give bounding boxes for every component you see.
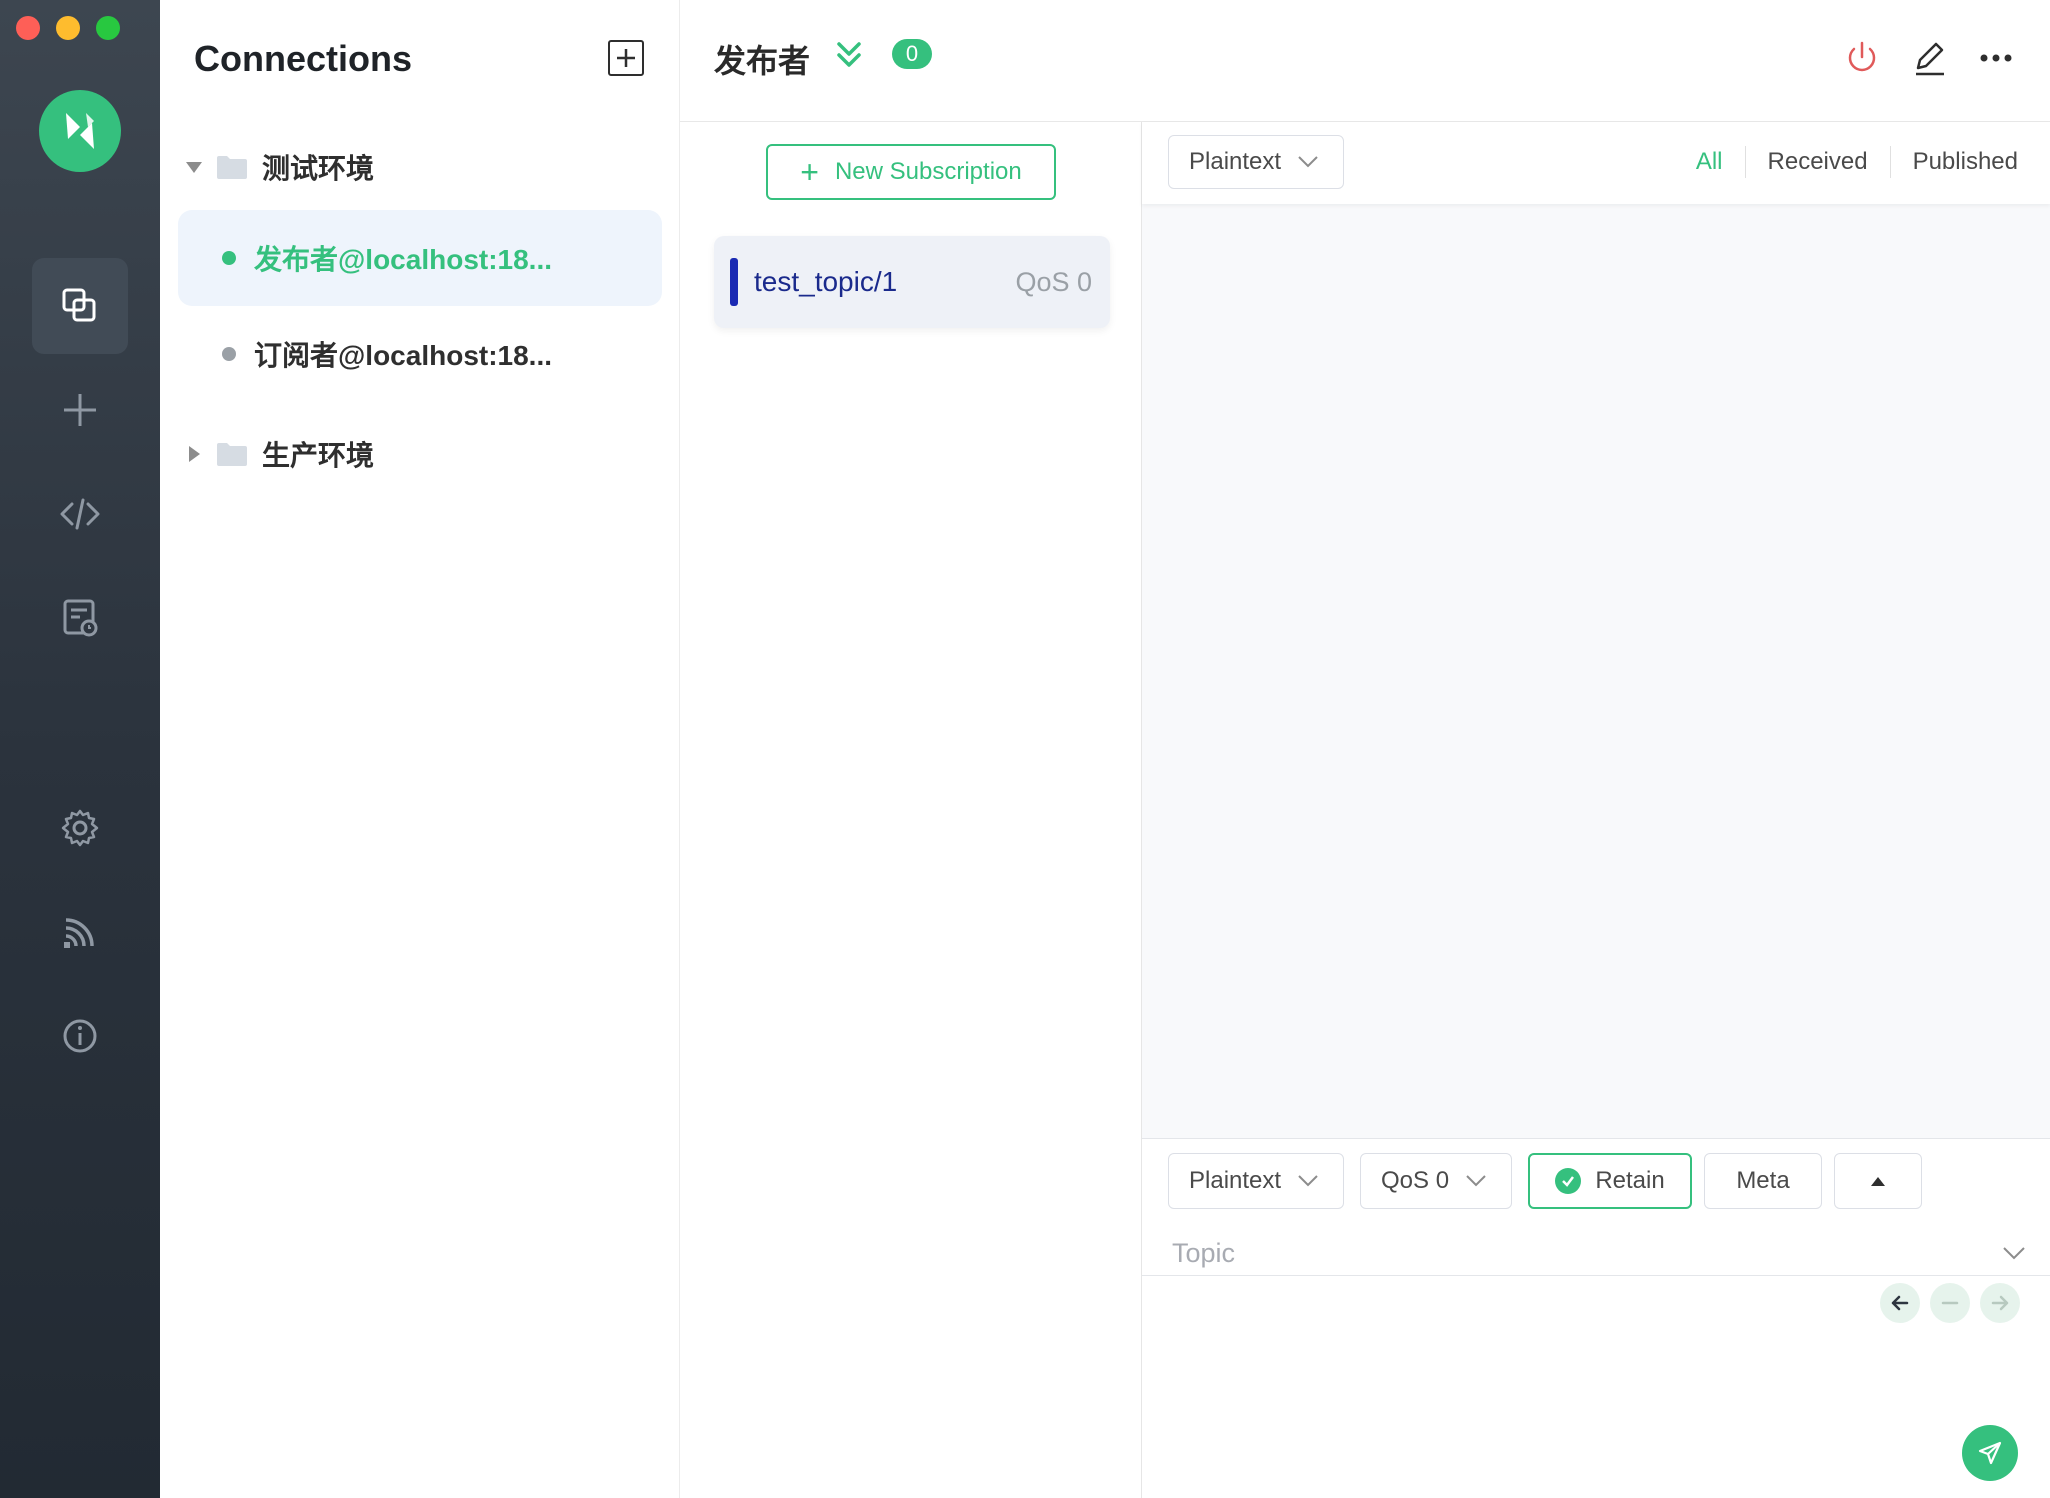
status-dot-disconnected [222, 347, 236, 361]
folder-icon [217, 443, 247, 466]
message-format-value: Plaintext [1189, 148, 1282, 175]
rail-log-button[interactable] [32, 570, 128, 666]
rail-new-connection-button[interactable] [32, 362, 128, 458]
meta-button[interactable]: Meta [1704, 1153, 1822, 1209]
expand-publish-button[interactable] [1834, 1153, 1922, 1209]
message-filter-tabs: All Received Published [1674, 142, 2018, 182]
subscription-item[interactable]: test_topic/1 QoS 0 [714, 236, 1110, 328]
send-message-button[interactable] [1962, 1425, 2018, 1481]
filter-tab-all[interactable]: All [1674, 148, 1745, 176]
double-chevron-down-icon[interactable] [832, 38, 866, 72]
connections-panel: Connections 测试环境 发布者@localhost:18... 订阅者… [160, 0, 680, 1498]
plus-icon [64, 394, 96, 426]
message-toolbar: Plaintext All Received Published [1142, 122, 2050, 204]
history-forward-button[interactable] [1980, 1283, 2020, 1323]
log-icon [63, 599, 98, 637]
filter-tab-published[interactable]: Published [1891, 148, 2018, 176]
history-back-button[interactable] [1880, 1283, 1920, 1323]
close-window-button[interactable] [16, 16, 40, 40]
subscription-topic: test_topic/1 [754, 266, 898, 297]
new-subscription-label: New Subscription [834, 158, 1022, 185]
subscription-color-bar [730, 258, 738, 306]
group-test-env[interactable]: 测试环境 [186, 147, 374, 187]
send-paper-plane-icon [1978, 1441, 2002, 1465]
rail-subscribe-feed-button[interactable] [32, 884, 128, 980]
group-label: 测试环境 [262, 153, 375, 184]
message-format-select[interactable]: Plaintext [1168, 135, 1344, 189]
meta-label: Meta [1736, 1167, 1790, 1194]
publish-panel: Plaintext QoS 0 Retain Meta [1142, 1138, 2050, 1498]
connections-icon [62, 288, 96, 322]
caret-down-icon[interactable] [186, 161, 202, 173]
group-prod-env[interactable]: 生产环境 [186, 434, 374, 474]
status-dot-connected [222, 251, 236, 265]
qos-value: QoS 0 [1381, 1167, 1450, 1194]
plus-icon [617, 49, 635, 67]
group-label: 生产环境 [262, 440, 375, 471]
mqttx-window: Connections 测试环境 发布者@localhost:18... 订阅者… [0, 0, 2050, 1498]
connection-name: 订阅者@localhost:18... [254, 340, 553, 371]
topic-input[interactable] [1172, 1231, 2012, 1275]
icon-rail [0, 0, 160, 1498]
rail-connections-button[interactable] [32, 258, 128, 354]
connection-item-subscriber[interactable]: 订阅者@localhost:18... [178, 306, 662, 402]
connection-item-publisher[interactable]: 发布者@localhost:18... [178, 210, 662, 306]
arrow-right-icon [1991, 1295, 2009, 1311]
chevron-down-icon[interactable] [2002, 1245, 2026, 1261]
gear-icon [61, 809, 99, 847]
info-icon [63, 1019, 97, 1053]
message-list-area: Plaintext All Received Published [1142, 122, 2050, 1138]
topic-divider [1142, 1275, 2050, 1276]
check-circle-icon [1555, 1168, 1582, 1194]
qos-select[interactable]: QoS 0 [1360, 1153, 1512, 1209]
chevron-down-icon [1466, 1175, 1486, 1187]
new-subscription-button[interactable]: + New Subscription [766, 144, 1056, 200]
connection-name: 发布者@localhost:18... [254, 244, 553, 275]
subscription-qos: QoS 0 [1015, 266, 1092, 297]
chevron-down-icon [1298, 1175, 1318, 1187]
message-count-badge: 0 [892, 39, 932, 69]
chevron-down-icon [1298, 156, 1318, 168]
history-clear-button[interactable] [1930, 1283, 1970, 1323]
more-options-icon[interactable] [1976, 38, 2016, 78]
retain-toggle[interactable]: Retain [1528, 1153, 1692, 1209]
connections-title: Connections [194, 38, 413, 79]
subscriptions-column: + New Subscription test_topic/1 QoS 0 [680, 122, 1142, 1498]
payload-format-select[interactable]: Plaintext [1168, 1153, 1344, 1209]
rail-script-button[interactable] [32, 466, 128, 562]
edit-pencil-icon[interactable] [1910, 38, 1950, 78]
code-icon [60, 498, 100, 530]
triangle-up-icon [1871, 1177, 1885, 1186]
folder-icon [217, 156, 247, 179]
disconnect-power-icon[interactable] [1842, 38, 1882, 78]
plus-icon: + [800, 154, 819, 190]
arrow-left-icon [1891, 1295, 1909, 1311]
zoom-window-button[interactable] [96, 16, 120, 40]
filter-tab-received[interactable]: Received [1746, 148, 1890, 176]
add-connection-button[interactable] [608, 40, 644, 76]
mqttx-logo-icon [39, 90, 121, 172]
payload-format-value: Plaintext [1189, 1167, 1282, 1194]
rss-icon [64, 918, 94, 948]
retain-label: Retain [1595, 1167, 1665, 1194]
rail-settings-button[interactable] [32, 780, 128, 876]
connection-header: 发布者 0 [680, 0, 2050, 122]
caret-right-icon[interactable] [189, 446, 200, 462]
minus-icon [1941, 1301, 1959, 1305]
rail-about-button[interactable] [32, 988, 128, 1084]
connection-title: 发布者 [714, 43, 811, 79]
minimize-window-button[interactable] [56, 16, 80, 40]
